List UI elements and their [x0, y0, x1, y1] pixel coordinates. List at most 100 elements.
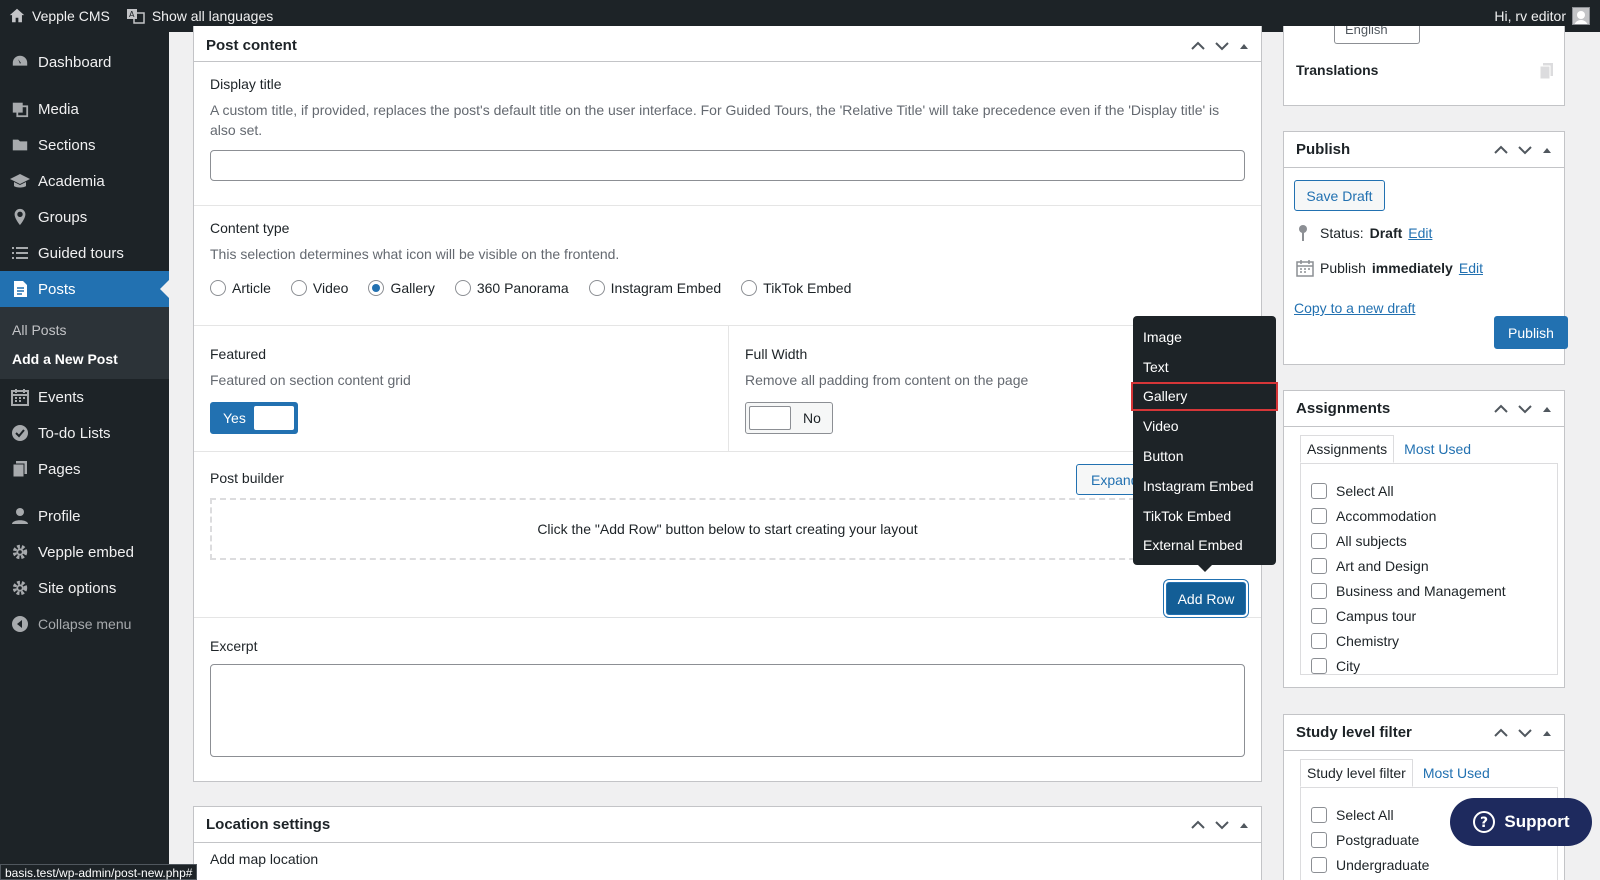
- radio-instagram-embed[interactable]: Instagram Embed: [588, 280, 721, 296]
- publish-button[interactable]: Publish: [1494, 316, 1568, 349]
- location-settings-title: Location settings: [206, 816, 331, 833]
- menu-media[interactable]: Media: [0, 91, 169, 127]
- radio-tiktok-embed[interactable]: TikTok Embed: [741, 280, 851, 296]
- collapse-menu-button[interactable]: Collapse menu: [0, 606, 169, 642]
- menu-profile[interactable]: Profile: [0, 498, 169, 534]
- checkbox-row[interactable]: Campus tour: [1311, 603, 1557, 628]
- tab-study-level[interactable]: Study level filter: [1300, 759, 1413, 787]
- radio-gallery[interactable]: Gallery: [368, 280, 435, 296]
- edit-status-link[interactable]: Edit: [1408, 225, 1432, 241]
- chevron-down-icon[interactable]: [1215, 820, 1229, 830]
- chevron-up-icon[interactable]: [1494, 728, 1508, 738]
- add-element-dropdown: Image Text Gallery Video Button Instagra…: [1131, 316, 1278, 572]
- checkbox-row[interactable]: Chemistry: [1311, 628, 1557, 653]
- featured-row: Featured Featured on section content gri…: [194, 326, 1261, 452]
- site-name-link[interactable]: Vepple CMS: [0, 0, 118, 32]
- chevron-up-icon[interactable]: [1494, 404, 1508, 414]
- menu-groups[interactable]: Groups: [0, 199, 169, 235]
- svg-text:A: A: [129, 10, 135, 19]
- dropdown-item-external-embed[interactable]: External Embed: [1133, 531, 1276, 561]
- home-icon: [9, 8, 25, 23]
- checkbox-row[interactable]: Art and Design: [1311, 553, 1557, 578]
- toggle-panel-icon[interactable]: [1542, 729, 1552, 737]
- checkbox-row[interactable]: City: [1311, 653, 1557, 674]
- featured-desc: Featured on section content grid: [210, 372, 411, 388]
- display-title-input[interactable]: [210, 150, 1245, 181]
- checkbox-row[interactable]: All subjects: [1311, 528, 1557, 553]
- dropdown-item-video[interactable]: Video: [1133, 411, 1276, 441]
- toggle-panel-icon[interactable]: [1239, 42, 1249, 50]
- featured-toggle[interactable]: Yes: [210, 402, 298, 434]
- post-content-title: Post content: [206, 37, 297, 54]
- expand-button[interactable]: Expand: [1076, 464, 1136, 495]
- menu-site-options[interactable]: Site options: [0, 570, 169, 606]
- chevron-down-icon[interactable]: [1215, 41, 1229, 51]
- add-row-button[interactable]: Add Row: [1166, 582, 1246, 615]
- display-title-label: Display title: [210, 76, 282, 92]
- chevron-up-icon[interactable]: [1494, 145, 1508, 155]
- posts-icon: [10, 279, 30, 299]
- my-account[interactable]: Hi, rv editor: [1494, 7, 1600, 25]
- chevron-up-icon[interactable]: [1191, 820, 1205, 830]
- location-pin-icon: [10, 207, 30, 227]
- tab-assignments[interactable]: Assignments: [1300, 435, 1395, 463]
- save-draft-button[interactable]: Save Draft: [1294, 180, 1385, 211]
- add-map-location-label: Add map location: [210, 851, 319, 867]
- tab-assignments-most-used[interactable]: Most Used: [1398, 435, 1477, 463]
- copy-to-new-draft-link[interactable]: Copy to a new draft: [1294, 300, 1415, 316]
- site-name: Vepple CMS: [32, 8, 110, 24]
- dropdown-item-instagram-embed[interactable]: Instagram Embed: [1133, 471, 1276, 501]
- calendar-icon: [1296, 260, 1314, 277]
- menu-todo-lists[interactable]: To-do Lists: [0, 415, 169, 451]
- toggle-panel-icon[interactable]: [1239, 821, 1249, 829]
- dropdown-item-image[interactable]: Image: [1133, 322, 1276, 352]
- gear-icon: [10, 578, 30, 598]
- gear-icon: [10, 542, 30, 562]
- admin-sidebar: Dashboard Media Sections Academia Groups…: [0, 32, 169, 880]
- dropdown-item-button[interactable]: Button: [1133, 441, 1276, 471]
- toggle-panel-icon[interactable]: [1542, 405, 1552, 413]
- publish-header: Publish: [1284, 132, 1564, 168]
- excerpt-label: Excerpt: [210, 638, 258, 654]
- assignments-box: Assignments Assignments Most Used Select…: [1283, 390, 1565, 688]
- display-title-field: Display title A custom title, if provide…: [194, 62, 1261, 206]
- dropdown-item-text[interactable]: Text: [1133, 352, 1276, 382]
- translate-icon: A: [126, 9, 145, 24]
- study-level-box: Study level filter Study level filter Mo…: [1283, 714, 1565, 880]
- menu-dashboard[interactable]: Dashboard: [0, 44, 169, 80]
- publish-title: Publish: [1296, 141, 1351, 158]
- menu-events[interactable]: Events: [0, 379, 169, 415]
- radio-video[interactable]: Video: [290, 280, 348, 296]
- checkbox-row[interactable]: Undergraduate: [1311, 852, 1557, 877]
- copy-icon[interactable]: [1539, 62, 1555, 80]
- dropdown-item-gallery[interactable]: Gallery: [1131, 381, 1278, 412]
- chevron-down-icon[interactable]: [1518, 728, 1532, 738]
- featured-field: Featured Featured on section content gri…: [194, 326, 729, 451]
- radio-article[interactable]: Article: [210, 280, 271, 296]
- chevron-up-icon[interactable]: [1191, 41, 1205, 51]
- menu-guided-tours[interactable]: Guided tours: [0, 235, 169, 271]
- checkbox-row[interactable]: Business and Management: [1311, 578, 1557, 603]
- full-width-toggle[interactable]: No: [745, 402, 833, 434]
- checkbox-row[interactable]: Select All: [1311, 478, 1557, 503]
- edit-publish-time-link[interactable]: Edit: [1459, 260, 1483, 276]
- menu-posts[interactable]: Posts: [0, 271, 169, 307]
- tab-study-level-most-used[interactable]: Most Used: [1417, 759, 1496, 787]
- dropdown-item-tiktok-embed[interactable]: TikTok Embed: [1133, 501, 1276, 531]
- toggle-panel-icon[interactable]: [1542, 146, 1552, 154]
- support-button[interactable]: ? Support: [1450, 798, 1592, 846]
- chevron-down-icon[interactable]: [1518, 404, 1532, 414]
- checkbox-row[interactable]: Accommodation: [1311, 503, 1557, 528]
- menu-vepple-embed[interactable]: Vepple embed: [0, 534, 169, 570]
- chevron-down-icon[interactable]: [1518, 145, 1532, 155]
- submenu-add-new-post[interactable]: Add a New Post: [0, 344, 169, 373]
- submenu-all-posts[interactable]: All Posts: [0, 315, 169, 344]
- language-select[interactable]: English: [1334, 26, 1420, 44]
- radio-360-panorama[interactable]: 360 Panorama: [454, 280, 569, 296]
- assignments-header: Assignments: [1284, 391, 1564, 427]
- menu-sections[interactable]: Sections: [0, 127, 169, 163]
- menu-pages[interactable]: Pages: [0, 451, 169, 487]
- excerpt-textarea[interactable]: [210, 664, 1245, 757]
- menu-academia[interactable]: Academia: [0, 163, 169, 199]
- display-title-desc: A custom title, if provided, replaces th…: [210, 102, 1220, 138]
